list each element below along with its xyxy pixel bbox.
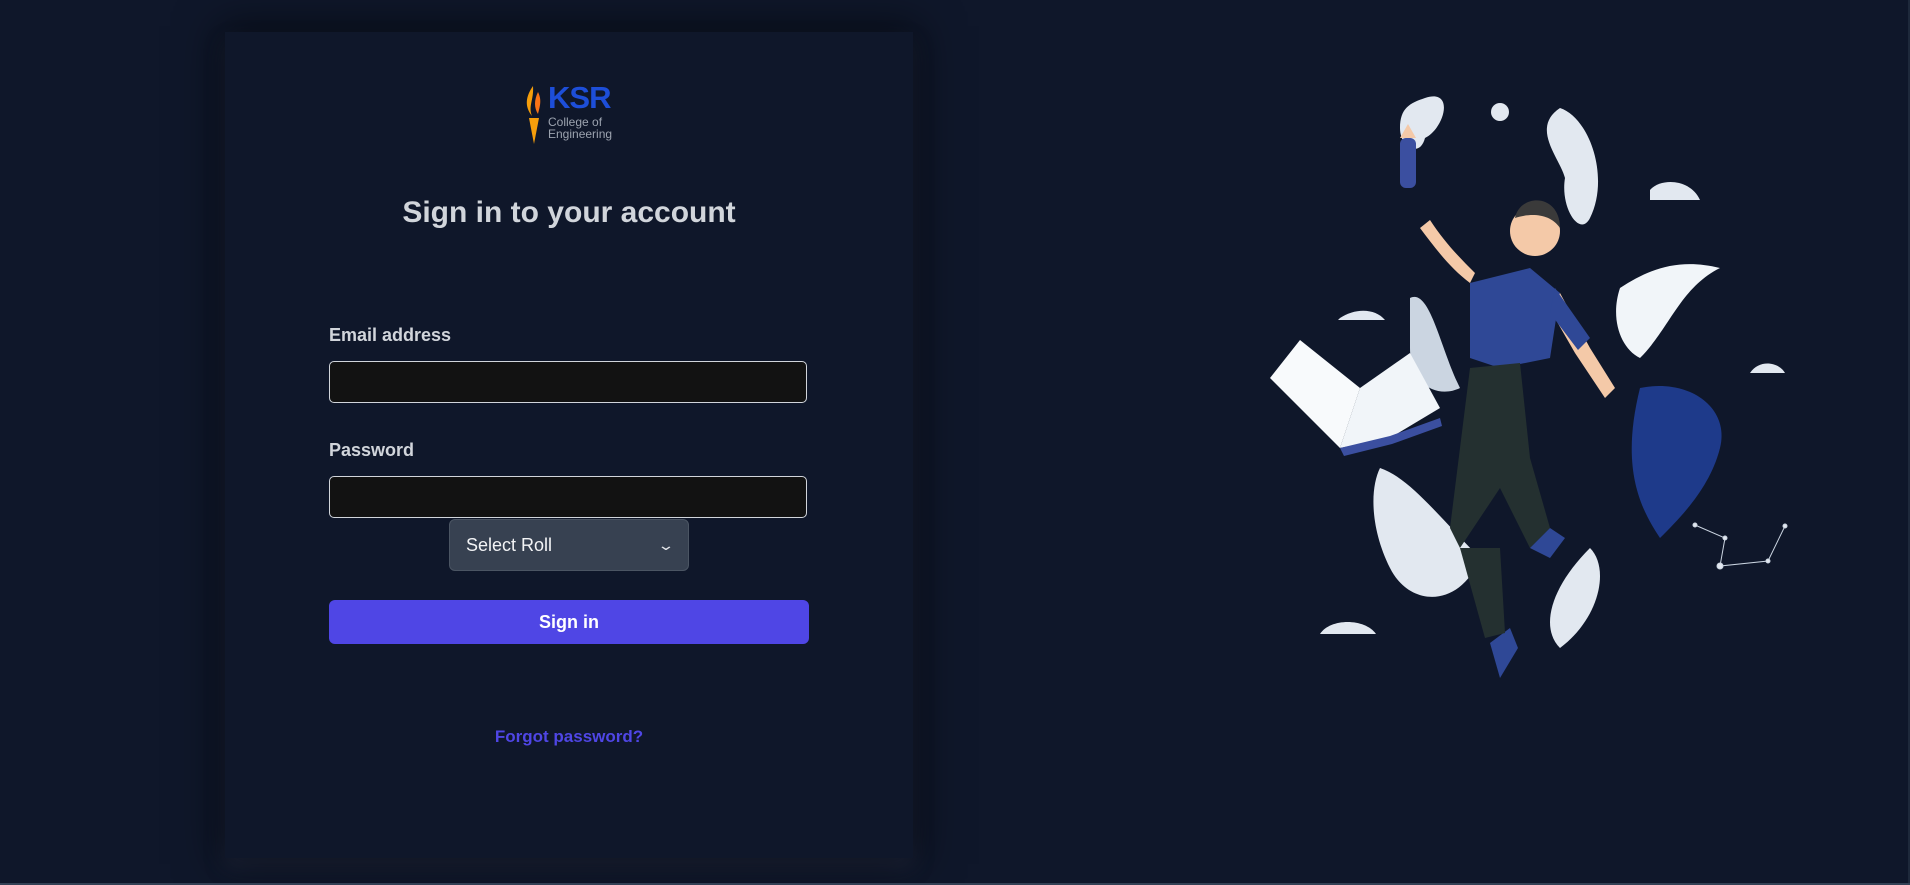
password-field[interactable] [329, 476, 807, 518]
signin-card: KSR College of Engineering Sign in to yo… [225, 32, 913, 858]
login-page: KSR College of Engineering Sign in to yo… [0, 0, 1910, 885]
logo-subtitle-line2: Engineering [548, 127, 613, 141]
email-label: Email address [329, 325, 452, 345]
role-select-value: Select Roll [466, 534, 553, 555]
signin-button[interactable]: Sign in [329, 600, 809, 644]
page-title: Sign in to your account [402, 196, 736, 229]
person-floating-with-book-illustration [1270, 96, 1788, 678]
ksr-logo: KSR College of Engineering [520, 80, 640, 146]
password-label: Password [329, 440, 415, 460]
torch-icon [526, 86, 541, 144]
forgot-password-link[interactable]: Forgot password? [225, 727, 913, 747]
email-field[interactable] [329, 361, 807, 403]
logo-subtitle: College of Engineering [548, 116, 612, 140]
role-select[interactable]: Select Roll ⌄ [449, 519, 689, 571]
logo-brand: KSR [548, 80, 611, 115]
chevron-down-icon: ⌄ [657, 536, 675, 553]
